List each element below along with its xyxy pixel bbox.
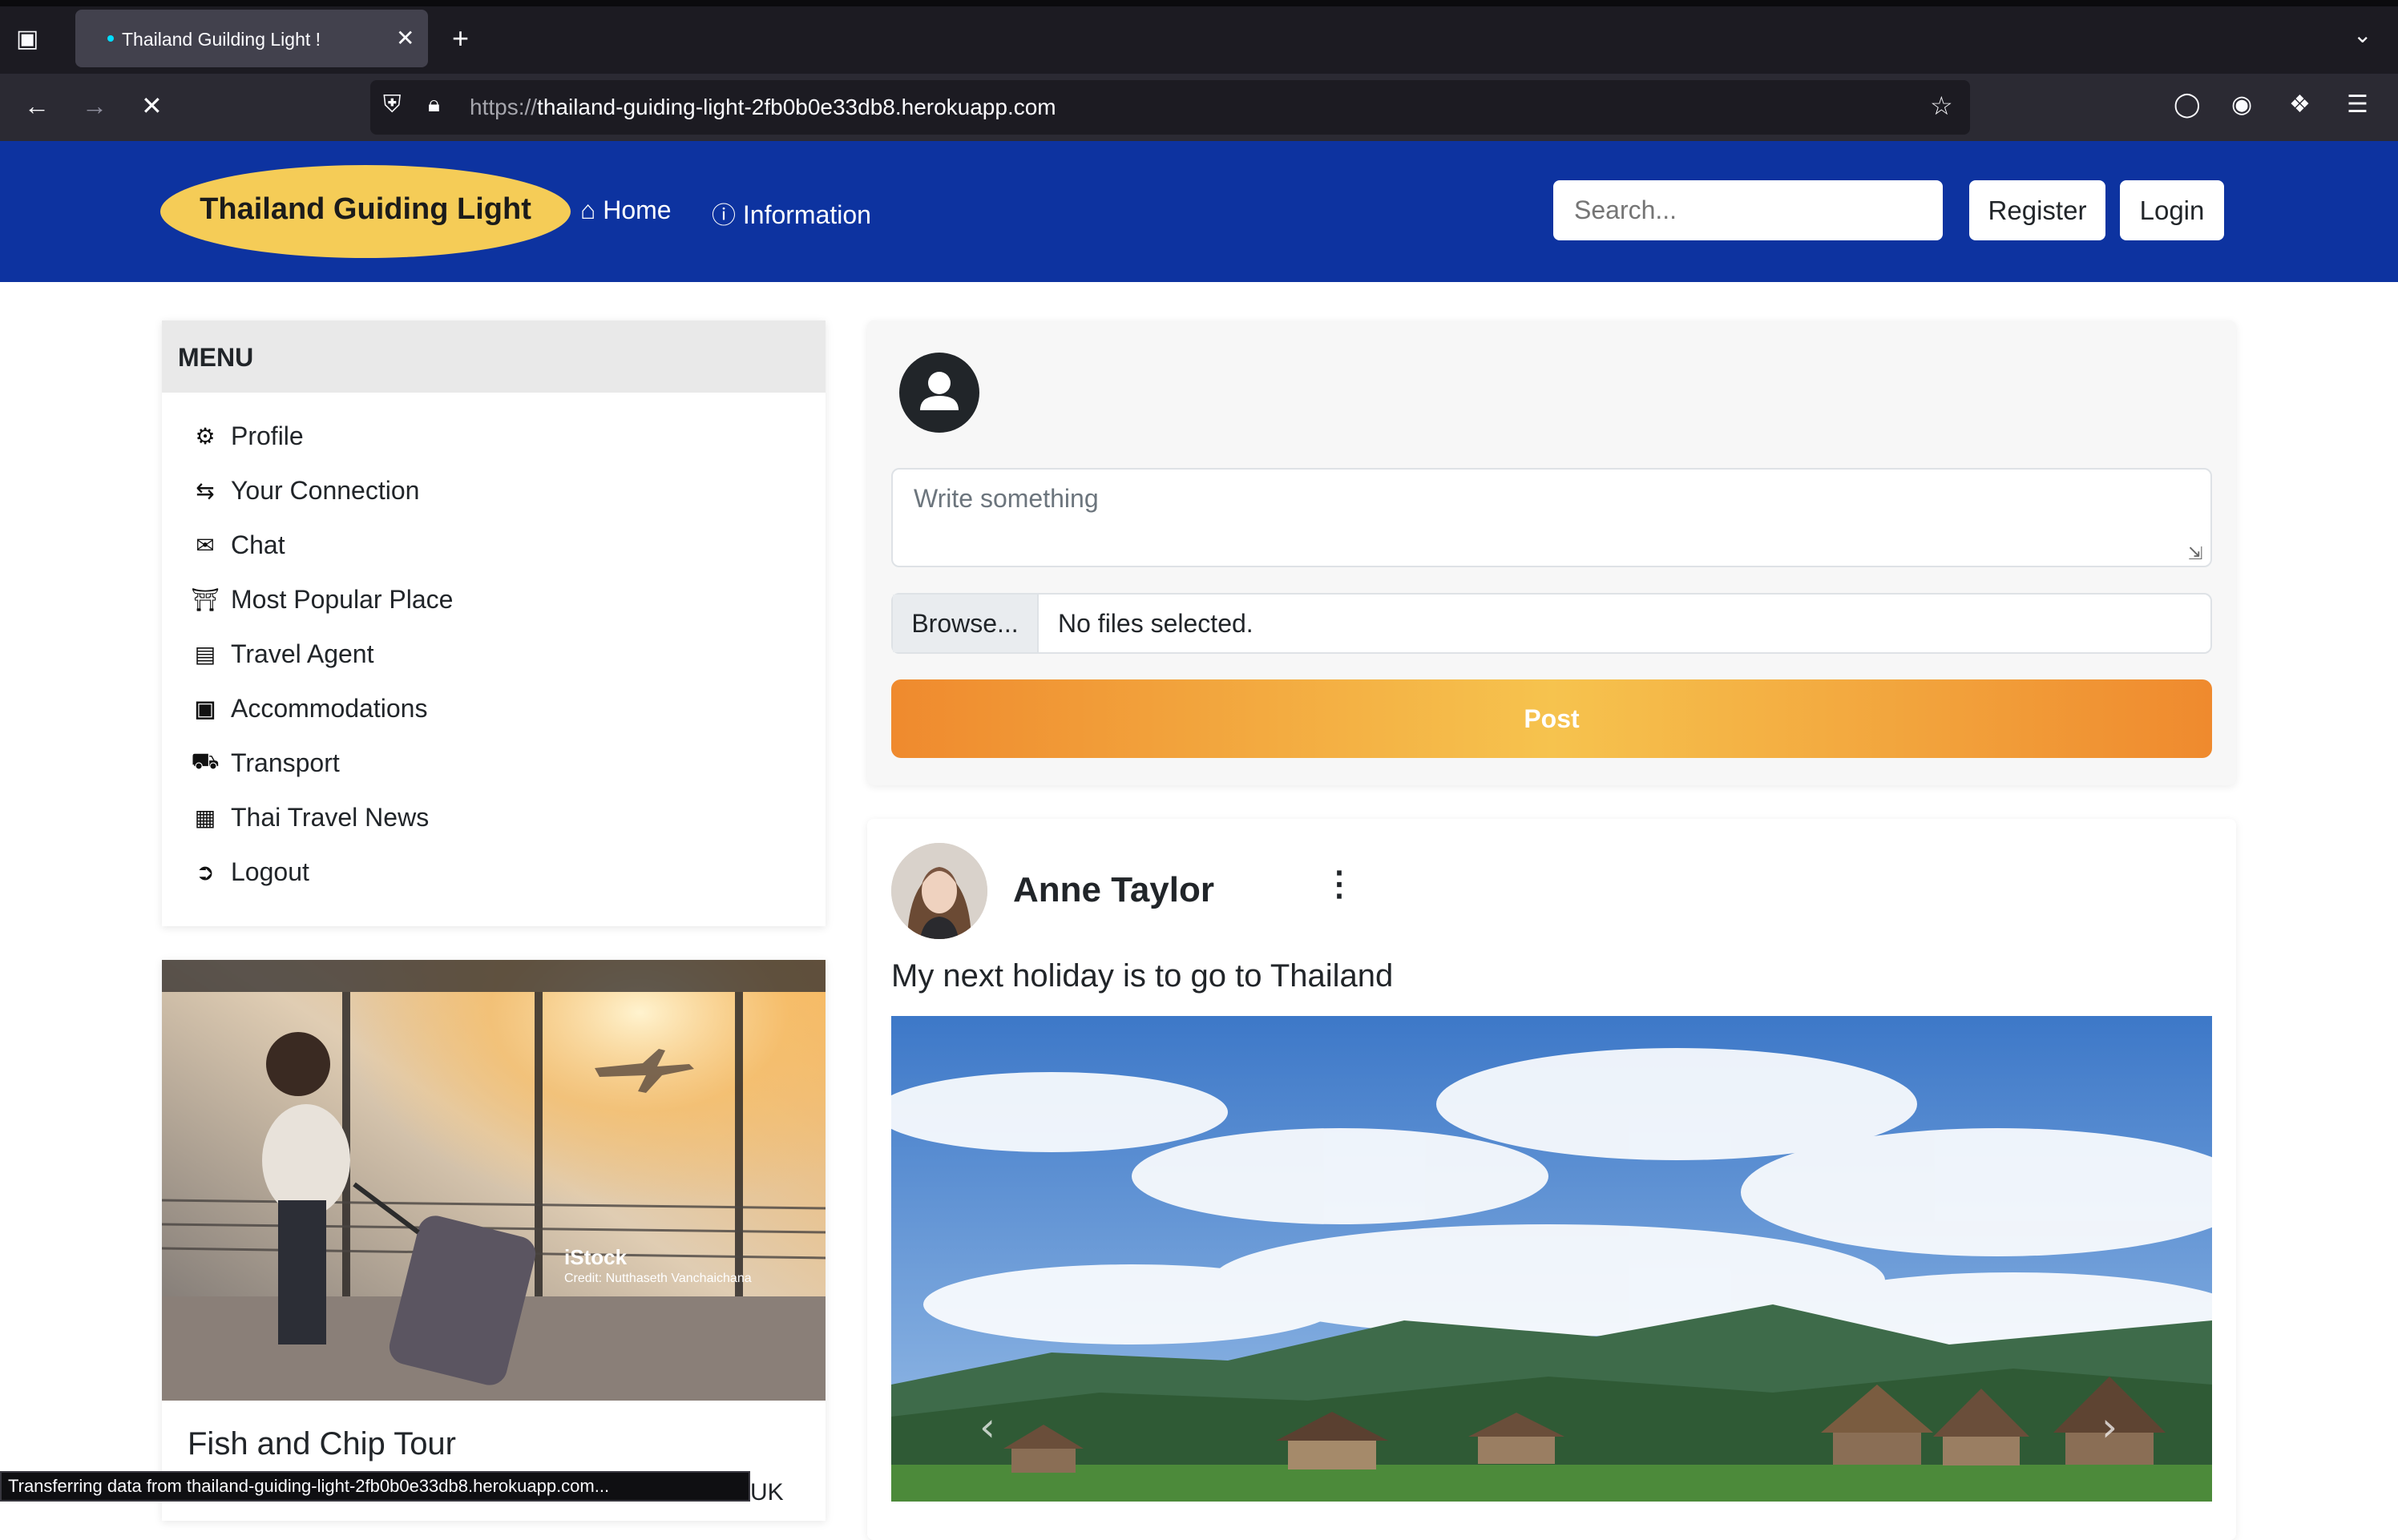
menu-item-profile[interactable]: ⚙ Profile	[189, 416, 304, 456]
new-tab-icon[interactable]: +	[452, 24, 469, 53]
nav-information-label: Information	[742, 200, 871, 229]
forward-icon[interactable]: →	[82, 93, 107, 119]
menu-item-label: Travel Agent	[231, 639, 374, 668]
stop-loading-icon[interactable]: ✕	[141, 93, 163, 119]
carousel-next-icon: ›	[2101, 1404, 2117, 1450]
home-icon: ⌂	[580, 196, 596, 224]
post-text: My next holiday is to go to Thailand	[891, 958, 1394, 994]
bookmark-star-icon[interactable]: ☆	[1930, 93, 1953, 119]
nav-home-link[interactable]: ⌂ Home	[580, 196, 672, 225]
tab-overview-icon[interactable]: ▣	[16, 27, 38, 51]
user-avatar	[899, 353, 979, 433]
tour-snippet: UK	[750, 1479, 784, 1506]
back-icon[interactable]: ←	[24, 93, 50, 119]
shield-icon[interactable]: ⛨	[383, 93, 402, 117]
traveler-airport-photo: iStock Credit: Nutthaseth Vanchaichana	[162, 960, 826, 1401]
hamburger-menu-icon[interactable]: ☰	[2347, 93, 2368, 117]
tab-loading-dot-icon	[107, 35, 114, 42]
luggage-cart-icon: ▤	[194, 641, 216, 667]
gear-icon: ⚙	[195, 423, 216, 449]
menu-item-label: Chat	[231, 530, 285, 559]
nav-home-label: Home	[603, 196, 672, 224]
browse-button[interactable]: Browse...	[893, 595, 1039, 652]
menu-item-chat[interactable]: ✉ Chat	[189, 525, 285, 565]
menu-item-most-popular-place[interactable]: ⛩ Most Popular Place	[189, 579, 453, 619]
tour-image[interactable]: iStock Credit: Nutthaseth Vanchaichana	[162, 960, 826, 1401]
browser-status-bar: Transferring data from thailand-guiding-…	[0, 1471, 750, 1502]
menu-item-label: Your Connection	[231, 475, 420, 505]
login-button[interactable]: Login	[2120, 180, 2224, 240]
post-textarea[interactable]	[891, 468, 2212, 567]
menu-item-thai-travel-news[interactable]: ▦ Thai Travel News	[189, 797, 429, 837]
carousel-prev-icon: ‹	[979, 1404, 995, 1450]
menu-item-accommodations[interactable]: ▣ Accommodations	[189, 688, 428, 728]
url-host: thailand-guiding-light-2fb0b0e33db8.hero…	[537, 95, 1056, 119]
info-circle-icon: ⓘ	[712, 203, 736, 229]
author-photo	[891, 843, 987, 939]
menu-item-label: Logout	[231, 857, 309, 886]
people-arrows-icon: ⇆	[196, 478, 215, 503]
search-input[interactable]	[1553, 180, 1943, 240]
hotel-h-icon: ▣	[194, 695, 216, 721]
author-avatar[interactable]	[891, 843, 987, 939]
url-protocol: https://	[470, 95, 538, 119]
menu-item-label: Accommodations	[231, 693, 428, 723]
lock-icon[interactable]: 🔒︎	[428, 93, 440, 115]
menu-item-travel-agent[interactable]: ▤ Travel Agent	[189, 634, 374, 674]
url-text[interactable]: https://thailand-guiding-light-2fb0b0e33…	[470, 95, 1056, 120]
menu-item-label: Thai Travel News	[231, 802, 430, 832]
nav-information-link[interactable]: ⓘ Information	[712, 196, 871, 231]
tour-image-credit: Credit: Nutthaseth Vanchaichana	[564, 1272, 752, 1285]
close-tab-icon[interactable]: ✕	[396, 27, 414, 50]
author-name[interactable]: Anne Taylor	[1013, 870, 1214, 910]
menu-item-your-connection[interactable]: ⇆ Your Connection	[189, 470, 419, 510]
thailand-landscape-photo: ‹ ›	[891, 1016, 2212, 1502]
menu-title: MENU	[178, 343, 254, 372]
landmark-icon: ⛩	[191, 587, 220, 612]
menu-item-label: Most Popular Place	[231, 584, 454, 614]
brand-title: Thailand Guiding Light	[200, 192, 531, 226]
pocket-icon[interactable]: ◯	[2174, 93, 2201, 117]
tour-title: Fish and Chip Tour	[188, 1426, 456, 1461]
textarea-resize-handle-icon[interactable]: ⇲	[2188, 543, 2202, 564]
menu-item-label: Profile	[231, 421, 304, 450]
post-image[interactable]: ‹ ›	[891, 1016, 2212, 1502]
comments-icon: ✉	[196, 532, 215, 558]
taxi-icon: ⛟	[191, 748, 220, 773]
menu-item-transport[interactable]: ⛟ Transport	[189, 743, 340, 783]
newspaper-icon: ▦	[194, 804, 216, 830]
file-status: No files selected.	[1058, 609, 1254, 638]
sign-out-icon: ➲	[196, 859, 215, 885]
tab-title: Thailand Guilding Light !	[122, 29, 321, 50]
account-icon[interactable]: ◉	[2231, 93, 2252, 117]
post-options-icon[interactable]: ⋮	[1322, 867, 1356, 901]
tour-image-watermark: iStock	[564, 1245, 628, 1269]
register-button[interactable]: Register	[1969, 180, 2105, 240]
user-icon	[920, 372, 959, 410]
menu-item-logout[interactable]: ➲ Logout	[189, 852, 309, 892]
tab-list-chevron-icon[interactable]: ⌄	[2353, 24, 2372, 46]
menu-item-label: Transport	[231, 748, 340, 777]
post-button[interactable]: Post	[891, 679, 2212, 758]
post-textarea-placeholder: Write something	[914, 484, 1099, 513]
menu-header	[162, 320, 826, 393]
extensions-icon[interactable]: ❖	[2289, 93, 2311, 117]
